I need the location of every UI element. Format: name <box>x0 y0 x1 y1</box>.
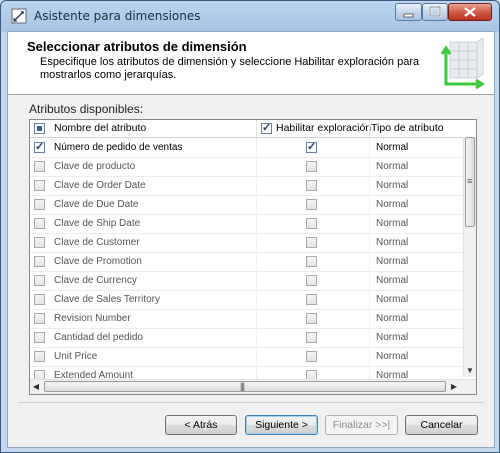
attribute-checkbox[interactable] <box>34 180 45 191</box>
attribute-checkbox[interactable] <box>34 161 45 172</box>
attribute-checkbox[interactable] <box>34 140 45 153</box>
maximize-icon <box>428 5 442 18</box>
table-row[interactable]: Número de pedido de ventas Normal <box>30 138 464 158</box>
close-button[interactable] <box>448 3 492 21</box>
horizontal-scroll-thumb[interactable]: ||| <box>44 381 446 392</box>
enable-browsing-checkbox[interactable] <box>306 161 317 172</box>
attribute-name: Clave de Order Date <box>54 180 146 191</box>
attribute-type[interactable]: Normal <box>376 138 408 157</box>
grid-header: Nombre del atributo Habilitar exploració… <box>30 120 464 138</box>
attribute-checkbox[interactable] <box>34 351 45 362</box>
available-attributes-label: Atributos disponibles: <box>29 102 144 116</box>
attribute-type[interactable]: Normal <box>376 233 408 252</box>
attributes-grid[interactable]: Nombre del atributo Habilitar exploració… <box>29 119 477 395</box>
column-header-type[interactable]: Tipo de atributo <box>371 120 444 137</box>
attribute-type[interactable]: Normal <box>376 157 408 176</box>
enable-browsing-checkbox[interactable] <box>306 313 317 324</box>
table-row[interactable]: Clave de Currency Normal <box>30 271 464 291</box>
attribute-checkbox[interactable] <box>34 294 45 305</box>
dimension-cube-icon <box>440 37 485 90</box>
enable-browsing-checkbox[interactable] <box>306 180 317 191</box>
attribute-name: Clave de Ship Date <box>54 218 141 229</box>
divider <box>18 402 484 403</box>
page-title: Seleccionar atributos de dimensión <box>27 39 247 54</box>
maximize-button[interactable] <box>422 3 448 21</box>
table-row[interactable]: Clave de producto Normal <box>30 157 464 177</box>
attribute-type[interactable]: Normal <box>376 309 408 328</box>
attribute-name: Clave de Customer <box>54 237 140 248</box>
back-button[interactable]: < Atrás <box>165 415 237 435</box>
table-row[interactable]: Unit Price Normal <box>30 347 464 367</box>
attribute-checkbox[interactable] <box>34 313 45 324</box>
attribute-name: Clave de Currency <box>54 275 137 286</box>
table-row[interactable]: Revision Number Normal <box>30 309 464 329</box>
scroll-left-icon[interactable]: ◀ <box>30 381 42 393</box>
table-row[interactable]: Clave de Customer Normal <box>30 233 464 253</box>
attribute-name: Cantidad del pedido <box>54 332 143 343</box>
horizontal-scrollbar[interactable]: ◀ ||| ▶ <box>30 379 476 394</box>
close-icon <box>464 7 476 17</box>
attribute-type[interactable]: Normal <box>376 214 408 233</box>
minimize-button[interactable] <box>395 3 422 21</box>
enable-browsing-checkbox[interactable] <box>306 199 317 210</box>
attribute-name: Número de pedido de ventas <box>54 142 183 153</box>
wizard-client-area: Seleccionar atributos de dimensión Espec… <box>7 31 495 448</box>
browse-all-checkbox[interactable] <box>261 121 272 134</box>
next-button[interactable]: Siguiente > <box>245 415 318 435</box>
attribute-name: Clave de producto <box>54 161 136 172</box>
attribute-type[interactable]: Normal <box>376 271 408 290</box>
table-row[interactable]: Clave de Ship Date Normal <box>30 214 464 234</box>
finish-button[interactable]: Finalizar >>| <box>325 415 398 435</box>
enable-browsing-checkbox[interactable] <box>306 294 317 305</box>
attribute-type[interactable]: Normal <box>376 176 408 195</box>
scroll-right-icon[interactable]: ▶ <box>448 381 460 393</box>
attribute-checkbox[interactable] <box>34 237 45 248</box>
minimize-icon <box>403 13 414 18</box>
enable-browsing-checkbox[interactable] <box>306 218 317 229</box>
attribute-checkbox[interactable] <box>34 218 45 229</box>
enable-browsing-checkbox[interactable] <box>306 237 317 248</box>
table-row[interactable]: Clave de Order Date Normal <box>30 176 464 196</box>
attribute-name: Revision Number <box>54 313 131 324</box>
attribute-type[interactable]: Normal <box>376 252 408 271</box>
enable-browsing-checkbox[interactable] <box>306 351 317 362</box>
column-header-browse[interactable]: Habilitar exploración <box>276 120 371 137</box>
attribute-type[interactable]: Normal <box>376 290 408 309</box>
attribute-checkbox[interactable] <box>34 256 45 267</box>
enable-browsing-checkbox[interactable] <box>306 332 317 343</box>
attribute-checkbox[interactable] <box>34 332 45 343</box>
enable-browsing-checkbox[interactable] <box>306 275 317 286</box>
select-all-checkbox[interactable] <box>34 123 45 134</box>
cancel-button[interactable]: Cancelar <box>405 415 478 435</box>
column-header-name[interactable]: Nombre del atributo <box>54 120 146 137</box>
dimension-wizard-window: Asistente para dimensiones Seleccionar a… <box>0 0 500 453</box>
table-row[interactable]: Clave de Due Date Normal <box>30 195 464 215</box>
vertical-scrollbar[interactable]: ≡ ▼ <box>463 137 476 377</box>
attribute-checkbox[interactable] <box>34 199 45 210</box>
table-row[interactable]: Clave de Sales Territory Normal <box>30 290 464 310</box>
attribute-type[interactable]: Normal <box>376 328 408 347</box>
scroll-grip-icon: ||| <box>240 381 245 391</box>
page-description: Especifique los atributos de dimensión y… <box>40 56 420 81</box>
attribute-name: Clave de Sales Territory <box>54 294 160 305</box>
enable-browsing-checkbox[interactable] <box>306 256 317 267</box>
title-bar[interactable]: Asistente para dimensiones <box>1 1 499 31</box>
window-title: Asistente para dimensiones <box>34 9 201 23</box>
attribute-checkbox[interactable] <box>34 275 45 286</box>
enable-browsing-checkbox[interactable] <box>306 140 317 153</box>
attribute-name: Clave de Due Date <box>54 199 139 210</box>
table-row[interactable]: Cantidad del pedido Normal <box>30 328 464 348</box>
wizard-header: Seleccionar atributos de dimensión Espec… <box>8 32 494 95</box>
attribute-name: Unit Price <box>54 351 98 362</box>
attribute-name: Clave de Promotion <box>54 256 142 267</box>
attribute-type[interactable]: Normal <box>376 347 408 366</box>
scroll-down-icon[interactable]: ▼ <box>464 365 476 377</box>
vertical-scroll-thumb[interactable]: ≡ <box>465 137 475 227</box>
wizard-icon <box>11 8 27 24</box>
attribute-type[interactable]: Normal <box>376 195 408 214</box>
scroll-grip-icon: ≡ <box>467 176 473 186</box>
table-row[interactable]: Clave de Promotion Normal <box>30 252 464 272</box>
